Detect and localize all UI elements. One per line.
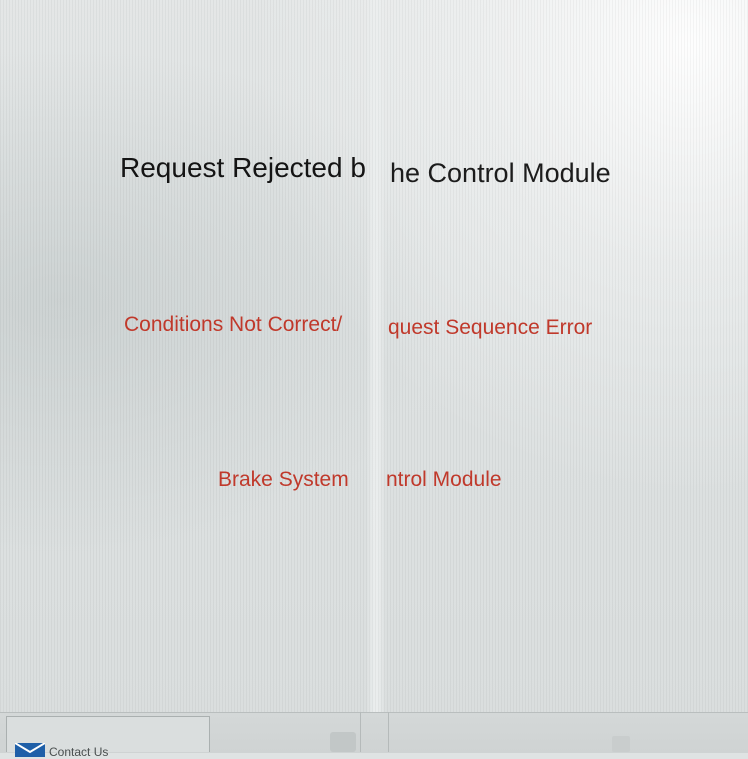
error-condition-left: Conditions Not Correct/ [124, 313, 343, 336]
toolbar-divider [388, 712, 389, 752]
dialog-title-right: he Control Module [390, 158, 611, 188]
module-name-left: Brake System [218, 468, 349, 491]
contact-us-label: Contact Us [49, 745, 109, 759]
mail-icon [15, 743, 45, 757]
contact-us-button[interactable]: Contact Us [6, 716, 210, 759]
dialog-title-left: Request Rejected b [120, 152, 366, 183]
toolbar-divider [360, 712, 361, 752]
module-name-right: ntrol Module [386, 468, 502, 491]
toolbar-icon[interactable] [612, 736, 630, 752]
toolbar-icon[interactable] [330, 732, 356, 752]
screen-seam [366, 0, 386, 752]
error-condition-right: quest Sequence Error [388, 316, 593, 339]
